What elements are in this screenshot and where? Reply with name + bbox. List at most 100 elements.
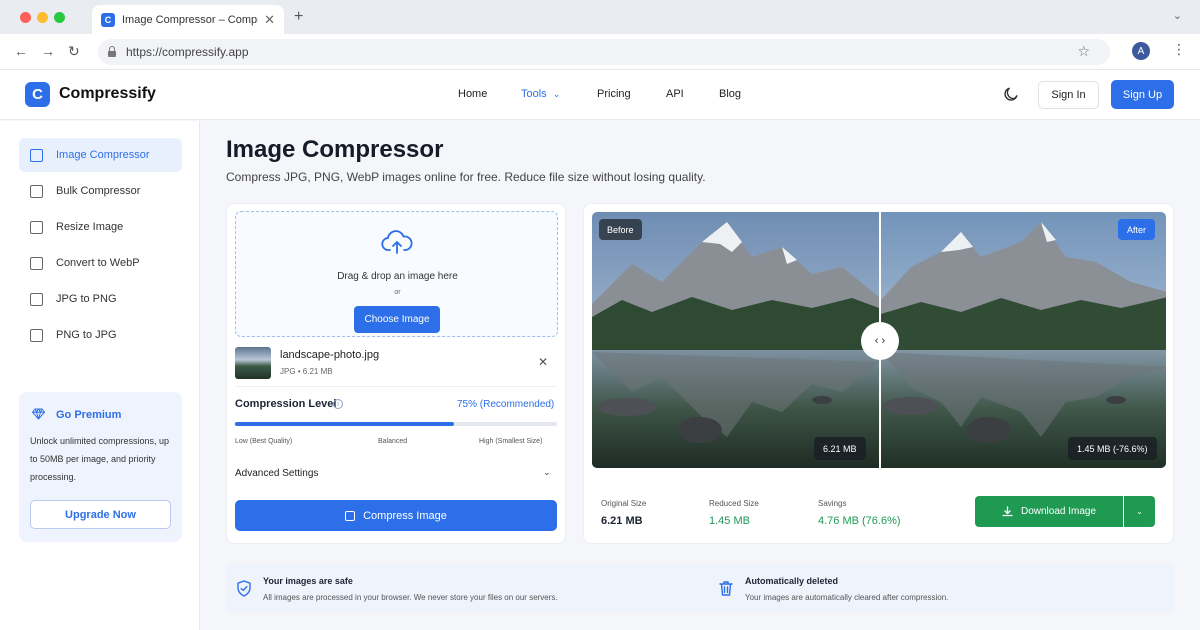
- nav-home[interactable]: Home: [458, 88, 487, 100]
- reduced-size-value: 1.45 MB: [709, 515, 750, 527]
- file-thumbnail: [235, 347, 271, 379]
- reload-icon[interactable]: ↻: [68, 43, 80, 59]
- safety-text-safe: All images are processed in your browser…: [263, 593, 558, 602]
- nav-pricing[interactable]: Pricing: [597, 88, 631, 100]
- chevron-down-icon: ⌄: [552, 89, 561, 99]
- sidebar-item-png-to-jpg[interactable]: PNG to JPG: [19, 318, 182, 352]
- browser-toolbar: ← → ↻ https://compressify.app ☆: [0, 34, 1200, 70]
- shield-check-icon: [237, 580, 251, 597]
- sidebar-item-label: PNG to JPG: [56, 329, 117, 341]
- slider-label-mid: Balanced: [378, 438, 408, 445]
- app-header: C Compressify Home Tools ⌄ Pricing API Bl…: [0, 70, 1200, 120]
- download-image-button[interactable]: Download Image: [975, 496, 1123, 527]
- page-title: Image Compressor: [226, 136, 444, 163]
- after-size-badge: 1.45 MB (-76.6%): [1068, 437, 1157, 460]
- slider-label-low: Low (Best Quality): [235, 438, 293, 445]
- sidebar-item-image-compressor[interactable]: Image Compressor: [19, 138, 182, 172]
- drop-zone-text: Drag & drop an image here: [337, 271, 458, 282]
- nav-api[interactable]: API: [666, 88, 684, 100]
- sidebar-item-label: Convert to WebP: [56, 257, 140, 269]
- sidebar-item-label: JPG to PNG: [56, 293, 117, 305]
- safety-banner: Your images are safe All images are proc…: [226, 563, 1174, 613]
- trash-icon: [719, 581, 733, 596]
- after-image: [881, 212, 1166, 468]
- browser-tab[interactable]: C Image Compressor – Compressify ✕: [92, 5, 284, 34]
- brand-name[interactable]: Compressify: [59, 85, 156, 103]
- original-size-value: 6.21 MB: [601, 515, 643, 527]
- download-button-label: Download Image: [1020, 506, 1097, 517]
- drag-arrows-icon: ‹ ›: [874, 335, 886, 347]
- savings-value: 4.76 MB (76.6%): [818, 515, 901, 527]
- file-convert-icon: [30, 328, 43, 342]
- compress-icon: [345, 510, 356, 521]
- safety-title-deleted: Automatically deleted: [745, 576, 839, 586]
- bookmark-star-icon[interactable]: ☆: [1077, 43, 1090, 60]
- compression-level-value: 75% (Recommended): [457, 399, 555, 410]
- info-icon[interactable]: i: [333, 399, 343, 409]
- minimize-window-button[interactable]: [37, 12, 48, 23]
- cloud-upload-icon: [381, 230, 413, 254]
- savings-label: Savings: [818, 499, 847, 508]
- sign-in-button[interactable]: Sign In: [1038, 81, 1099, 109]
- favicon-icon: C: [101, 12, 115, 27]
- reduced-size-label: Reduced Size: [709, 499, 759, 508]
- tab-close-icon[interactable]: ✕: [264, 12, 275, 28]
- sidebar-item-bulk-compressor[interactable]: Bulk Compressor: [19, 174, 182, 208]
- logo-icon[interactable]: C: [25, 82, 50, 107]
- maximize-window-button[interactable]: [54, 12, 65, 23]
- upgrade-now-button[interactable]: Upgrade Now: [30, 500, 171, 529]
- file-name: landscape-photo.jpg: [280, 349, 380, 361]
- sidebar-item-label: Resize Image: [56, 221, 124, 233]
- premium-card: Go Premium Unlock unlimited compressions…: [19, 392, 182, 542]
- sign-up-button[interactable]: Sign Up: [1111, 80, 1174, 109]
- upload-card: Drag & drop an image here or Choose Imag…: [226, 203, 566, 544]
- safety-title-safe: Your images are safe: [263, 576, 353, 586]
- advanced-settings-toggle[interactable]: Advanced Settings: [235, 468, 318, 479]
- before-size-badge: 6.21 MB: [814, 437, 866, 460]
- sidebar-item-jpg-to-png[interactable]: JPG to PNG: [19, 282, 182, 316]
- sidebar: Image Compressor Bulk Compressor Resize …: [0, 121, 200, 630]
- compression-slider[interactable]: [235, 422, 557, 426]
- before-image: [592, 212, 879, 468]
- download-icon: [1002, 506, 1013, 517]
- new-tab-button[interactable]: +: [294, 8, 303, 26]
- convert-icon: [30, 256, 43, 270]
- page-subtitle: Compress JPG, PNG, WebP images online fo…: [226, 170, 706, 184]
- drop-zone[interactable]: Drag & drop an image here or Choose Imag…: [235, 211, 558, 337]
- sidebar-item-resize-image[interactable]: Resize Image: [19, 210, 182, 244]
- layers-icon: [30, 184, 43, 198]
- chevron-down-icon[interactable]: ⌄: [543, 467, 551, 478]
- nav-tools[interactable]: Tools ⌄: [521, 88, 560, 100]
- back-arrow-icon[interactable]: ←: [14, 43, 28, 59]
- comparison-viewer[interactable]: ‹ › Before After 6.21 MB 1.45 MB (-76.6%…: [592, 212, 1166, 468]
- forward-arrow-icon[interactable]: →: [41, 43, 55, 59]
- comparison-handle[interactable]: ‹ ›: [861, 322, 899, 360]
- file-meta: JPG • 6.21 MB: [280, 367, 333, 376]
- close-window-button[interactable]: [20, 12, 31, 23]
- remove-file-icon[interactable]: ✕: [538, 355, 548, 369]
- compress-image-button[interactable]: Compress Image: [235, 500, 557, 531]
- sidebar-item-label: Bulk Compressor: [56, 185, 141, 197]
- before-tag: Before: [599, 219, 642, 240]
- compression-slider-fill: [235, 422, 454, 426]
- browser-tab-strip: C Image Compressor – Compressify ✕ + ⌄: [0, 0, 1200, 34]
- nav-blog[interactable]: Blog: [719, 88, 741, 100]
- safety-text-deleted: Your images are automatically cleared af…: [745, 593, 949, 602]
- address-bar[interactable]: https://compressify.app ☆: [98, 39, 1110, 65]
- lock-icon: [108, 45, 116, 57]
- tab-list-chevron-icon[interactable]: ⌄: [1173, 9, 1182, 22]
- choose-image-button[interactable]: Choose Image: [354, 306, 440, 333]
- drop-zone-or: or: [394, 289, 401, 296]
- url-text: https://compressify.app: [126, 45, 249, 59]
- tab-title: Image Compressor – Compressify: [122, 13, 259, 26]
- download-options-chevron-icon[interactable]: ⌄: [1124, 496, 1155, 527]
- premium-description: Unlock unlimited compressions, up to 50M…: [30, 436, 170, 482]
- dark-mode-moon-icon[interactable]: [1003, 86, 1019, 102]
- browser-menu-icon[interactable]: ⋮: [1172, 41, 1186, 58]
- profile-avatar[interactable]: A: [1132, 42, 1150, 60]
- diamond-icon: [32, 408, 45, 420]
- image-icon: [30, 148, 43, 162]
- divider: [235, 386, 557, 387]
- sidebar-item-convert-webp[interactable]: Convert to WebP: [19, 246, 182, 280]
- original-size-label: Original Size: [601, 499, 647, 508]
